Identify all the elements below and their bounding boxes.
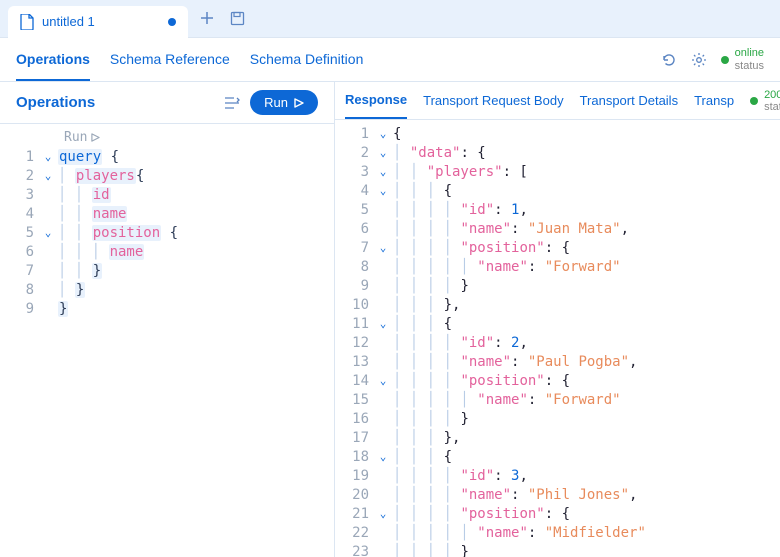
nav-tab-schema-reference[interactable]: Schema Reference [110, 39, 230, 81]
fold-icon[interactable]: ⌄ [375, 165, 391, 178]
status-dot-icon [721, 56, 729, 64]
resp-tab-response[interactable]: Response [345, 82, 407, 119]
status-sub: status [735, 60, 764, 72]
response-viewer[interactable]: 1⌄{ 2⌄│ "data": { 3⌄│ │ "players": [ 4⌄│… [335, 120, 780, 557]
save-icon[interactable] [230, 11, 245, 26]
fold-icon[interactable]: ⌄ [375, 184, 391, 197]
file-tab[interactable]: untitled 1 [8, 6, 188, 38]
connection-status: online status [721, 47, 764, 71]
settings-icon[interactable] [691, 52, 707, 68]
resp-tab-transport-details[interactable]: Transport Details [580, 83, 679, 118]
fold-icon[interactable]: ⌄ [375, 146, 391, 159]
response-pane: Response Transport Request Body Transpor… [335, 82, 780, 557]
nav-bar: Operations Schema Reference Schema Defin… [0, 38, 780, 82]
title-bar: untitled 1 [0, 0, 780, 38]
query-editor[interactable]: Run 1⌄query { 2⌄│ players{ 3│ │ id 4│ │ … [0, 124, 334, 557]
fold-icon[interactable]: ⌄ [375, 317, 391, 330]
fold-icon[interactable]: ⌄ [40, 226, 56, 239]
nav-tab-operations[interactable]: Operations [16, 39, 90, 81]
fold-icon[interactable]: ⌄ [40, 169, 56, 182]
response-status: 200 status [750, 89, 780, 113]
fold-icon[interactable]: ⌄ [375, 127, 391, 140]
refresh-icon[interactable] [661, 52, 677, 68]
operations-pane: Operations Run Run 1⌄query { 2⌄│ players… [0, 82, 335, 557]
tab-title: untitled 1 [42, 14, 160, 29]
file-icon [20, 14, 34, 30]
status-dot-icon [750, 97, 758, 105]
format-icon[interactable] [224, 96, 240, 110]
run-button[interactable]: Run [250, 90, 318, 115]
operations-title: Operations [16, 94, 214, 111]
dirty-indicator [168, 18, 176, 26]
new-tab-icon[interactable] [200, 11, 214, 26]
fold-icon[interactable]: ⌄ [375, 374, 391, 387]
fold-icon[interactable]: ⌄ [375, 450, 391, 463]
resp-tab-transport-body[interactable]: Transport Request Body [423, 83, 563, 118]
run-hint[interactable]: Run [0, 128, 334, 147]
status-text: online [735, 47, 764, 59]
resp-tab-transport-more[interactable]: Transp [694, 83, 734, 118]
fold-icon[interactable]: ⌄ [40, 150, 56, 163]
fold-icon[interactable]: ⌄ [375, 241, 391, 254]
nav-tab-schema-definition[interactable]: Schema Definition [250, 39, 364, 81]
fold-icon[interactable]: ⌄ [375, 507, 391, 520]
